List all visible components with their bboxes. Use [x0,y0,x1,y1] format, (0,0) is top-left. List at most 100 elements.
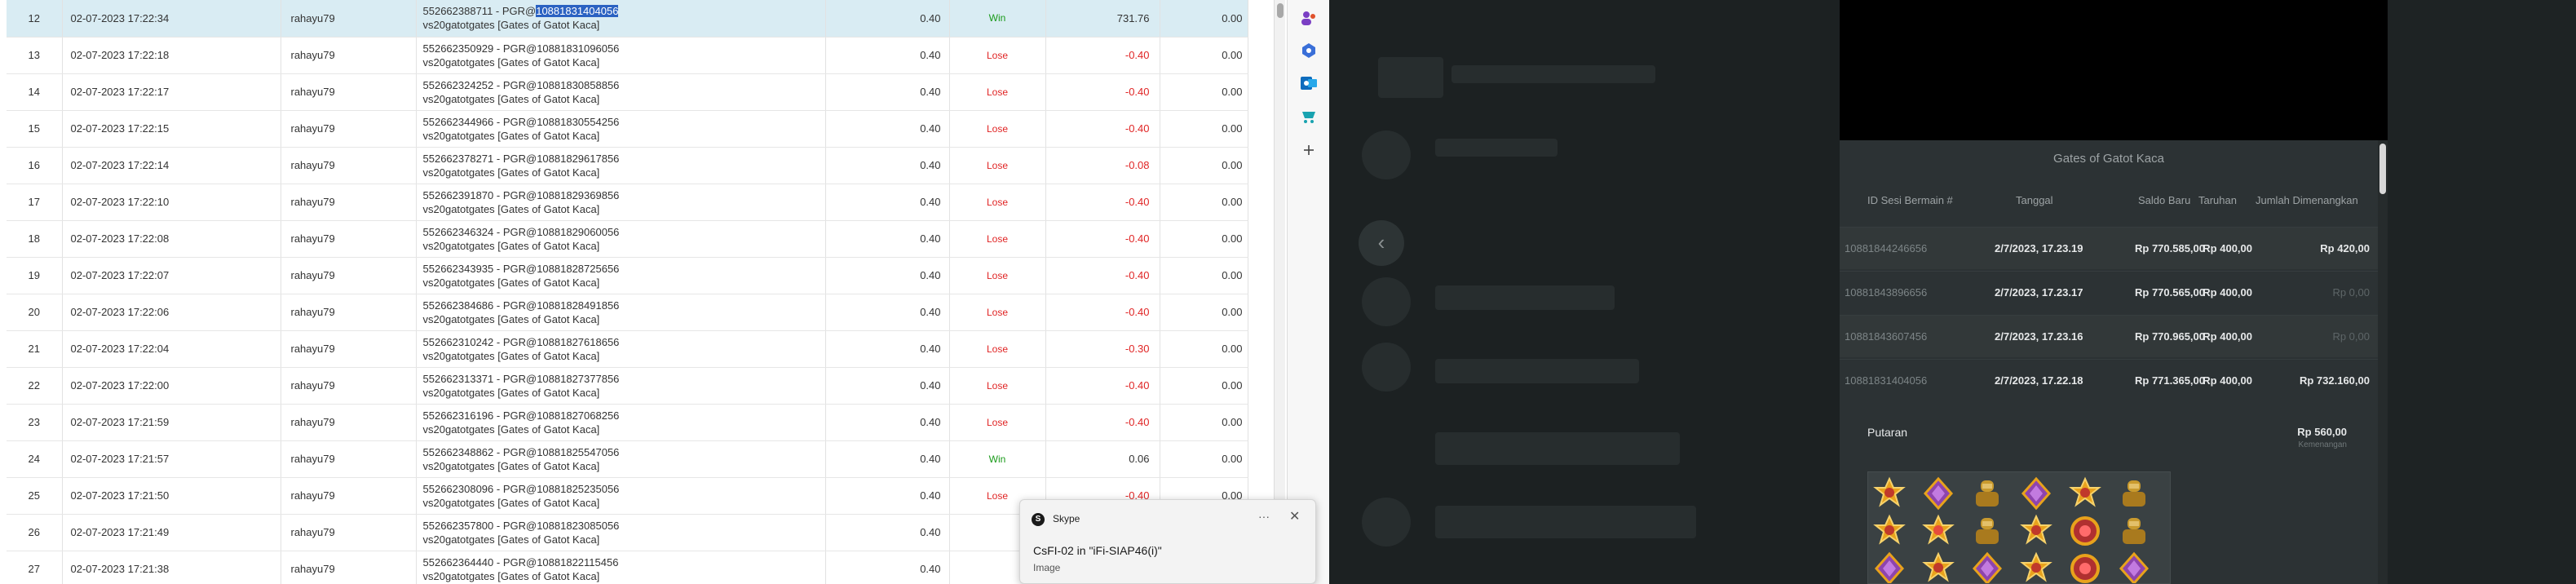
description-round-id[interactable]: 10881830554256 [537,116,619,128]
reel-symbol-icon [1920,551,1956,583]
row-number: 21 [7,330,63,368]
session-date: 2/7/2023, 17.22.18 [1995,374,2083,387]
table-row[interactable]: 15 02-07-2023 17:22:15 rahayu79 55266234496… [7,110,1248,148]
table-row[interactable]: 12 02-07-2023 17:22:34 rahayu79 55266238871… [7,0,1248,38]
table-row[interactable]: 18 02-07-2023 17:22:08 rahayu79 55266234632… [7,220,1248,258]
description-prefix: 552662346324 - PGR@ [422,225,537,238]
modal-scrollbar[interactable] [2378,140,2388,584]
table-row[interactable]: 14 02-07-2023 17:22:17 rahayu79 55266232425… [7,73,1248,111]
people-icon[interactable] [1299,8,1319,28]
row-balance: 0.00 [1160,110,1248,148]
description-prefix: 552662348862 - PGR@ [422,445,537,458]
game-title: Gates of Gatot Kaca [2053,152,2164,166]
description-prefix: 552662357800 - PGR@ [422,519,537,532]
description-prefix: 552662384686 - PGR@ [422,299,537,312]
description-prefix: 552662316196 - PGR@ [422,409,537,422]
office-icon[interactable] [1299,41,1319,60]
session-row[interactable]: 10881844246656 2/7/2023, 17.23.19 Rp 770.5… [1840,227,2378,269]
description-round-id[interactable]: 10881827377856 [537,373,619,385]
row-description: 552662391870 - PGR@10881829369856 vs20gat… [416,184,826,221]
description-round-id[interactable]: 10881830858856 [537,79,619,91]
description-line: 552662378271 - PGR@10881829617856 [423,152,819,166]
row-balance: 0.00 [1160,147,1248,184]
reel-symbol-icon [2116,476,2152,511]
description-round-id[interactable]: 10881831404056 [536,5,619,18]
description-round-id[interactable]: 10881828491856 [537,299,619,312]
description-round-id[interactable]: 10881825547056 [537,446,619,458]
table-row[interactable]: 19 02-07-2023 17:22:07 rahayu79 55266234393… [7,257,1248,294]
skype-notification[interactable]: S Skype ··· ✕ CsFI-02 in "iFi-SIAP46(i)"… [1019,499,1316,584]
spin-sub-label: Kemenangan [2298,440,2348,449]
session-id: 10881843896656 [1845,286,1928,299]
reel-grid [1867,471,2171,584]
description-round-id[interactable]: 10881823085056 [537,520,619,532]
description-game: vs20gatotgates [Gates of Gatot Kaca] [422,129,600,142]
table-row[interactable]: 16 02-07-2023 17:22:14 rahayu79 55266237827… [7,147,1248,184]
row-winloss: -0.40 [1045,220,1160,258]
description-round-id[interactable]: 10881825235056 [537,483,619,495]
table-scrollbar-thumb[interactable] [1277,3,1284,18]
ghost-block [1378,57,1443,98]
row-winloss: -0.40 [1045,257,1160,294]
row-description: 552662357800 - PGR@10881823085056 vs20gat… [416,514,826,551]
session-row[interactable]: 10881843607456 2/7/2023, 17.23.16 Rp 770.9… [1840,315,2378,357]
session-date: 2/7/2023, 17.23.16 [1995,330,2083,343]
row-description: 552662308096 - PGR@10881825235056 vs20gat… [416,477,826,515]
table-row[interactable]: 23 02-07-2023 17:21:59 rahayu79 55266231619… [7,404,1248,441]
notification-subtitle: Image [1033,562,1061,573]
close-icon[interactable]: ✕ [1289,508,1300,524]
row-balance: 0.00 [1160,73,1248,111]
description-round-id[interactable]: 10881827068256 [537,409,619,422]
row-username: rahayu79 [281,367,417,405]
session-row[interactable]: 10881843896656 2/7/2023, 17.23.17 Rp 770.5… [1840,271,2378,313]
description-prefix: 552662308096 - PGR@ [422,482,537,495]
row-result: Lose [949,37,1046,74]
description-prefix: 552662324252 - PGR@ [422,78,537,91]
row-date: 02-07-2023 17:22:14 [62,147,281,184]
description-game: vs20gatotgates [Gates of Gatot Kaca] [422,166,600,179]
more-options-icon[interactable]: ··· [1258,510,1270,523]
row-description: 552662388711 - PGR@10881831404056 vs20gat… [416,0,826,38]
spin-detail: Putaran Rp 560,00 Kemenangan [1854,408,2360,584]
table-row[interactable]: 24 02-07-2023 17:21:57 rahayu79 55266234886… [7,440,1248,478]
table-row[interactable]: 17 02-07-2023 17:22:10 rahayu79 55266239187… [7,184,1248,221]
row-username: rahayu79 [281,440,417,478]
session-win: Rp 0,00 [2332,286,2370,299]
description-round-id[interactable]: 10881827618656 [537,336,619,348]
row-stake: 0.40 [825,37,950,74]
description-round-id[interactable]: 10881829617856 [537,153,619,165]
shopping-icon[interactable] [1299,106,1319,126]
session-row[interactable]: 10881831404056 2/7/2023, 17.22.18 Rp 771.3… [1840,359,2378,401]
add-icon[interactable] [1299,140,1319,160]
description-round-id[interactable]: 10881829060056 [537,226,619,238]
session-stake: Rp 400,00 [2203,242,2252,254]
back-button[interactable]: ‹ [1359,220,1404,266]
row-number: 16 [7,147,63,184]
description-round-id[interactable]: 10881822115456 [537,556,618,569]
row-username: rahayu79 [281,184,417,221]
description-round-id[interactable]: 10881831096056 [537,42,619,55]
table-row[interactable]: 20 02-07-2023 17:22:06 rahayu79 55266238468… [7,294,1248,331]
row-number: 22 [7,367,63,405]
row-username: rahayu79 [281,73,417,111]
row-stake: 0.40 [825,220,950,258]
table-scrollbar[interactable] [1274,0,1285,584]
description-round-id[interactable]: 10881828725656 [537,263,619,275]
modal-scrollbar-thumb[interactable] [2379,144,2386,194]
description-round-id[interactable]: 10881829369856 [537,189,619,201]
reel-symbol-icon [1969,551,2005,583]
reel-symbol-icon [2067,551,2103,583]
description-game: vs20gatotgates [Gates of Gatot Kaca] [422,312,600,325]
table-row[interactable]: 21 02-07-2023 17:22:04 rahayu79 55266231024… [7,330,1248,368]
row-description: 552662378271 - PGR@10881829617856 vs20gat… [416,147,826,184]
session-win: Rp 0,00 [2332,330,2370,343]
row-stake: 0.40 [825,184,950,221]
description-line: 552662391870 - PGR@10881829369856 [423,188,819,202]
row-stake: 0.40 [825,440,950,478]
outlook-icon[interactable] [1299,73,1319,93]
table-row[interactable]: 22 02-07-2023 17:22:00 rahayu79 55266231337… [7,367,1248,405]
table-row[interactable]: 13 02-07-2023 17:22:18 rahayu79 55266235092… [7,37,1248,74]
description-game: vs20gatotgates [Gates of Gatot Kaca] [422,19,600,32]
row-stake: 0.40 [825,404,950,441]
game-video-area [1840,0,2388,140]
